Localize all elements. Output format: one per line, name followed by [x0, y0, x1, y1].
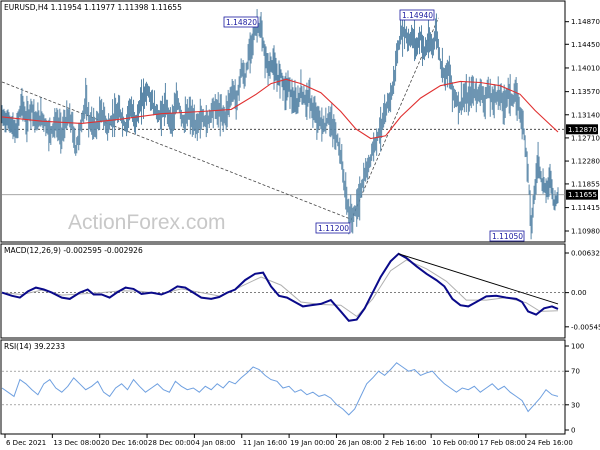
level-line-tag-label: 1.12870: [568, 126, 597, 134]
x-tick-label: 10 Feb 00:00: [432, 439, 478, 447]
rsi-title: RSI(14) 39.2233: [4, 342, 65, 351]
macd-tick-label: -0.005455: [571, 323, 600, 331]
x-tick-label: 19 Jan 00:00: [290, 439, 334, 447]
price-tick-label: 1.14870: [571, 18, 600, 26]
chart-title: EURUSD,H4 1.11954 1.11977 1.11398 1.1165…: [4, 3, 182, 12]
price-tick-label: 1.12280: [571, 158, 600, 166]
high-2-annotation-label: 1.14940: [402, 11, 433, 20]
x-tick-label: 11 Jan 16:00: [243, 439, 287, 447]
macd-tick-label: 0.00632: [571, 250, 600, 258]
price-tick-label: 1.12710: [571, 134, 600, 142]
rsi-tick-label: 70: [571, 368, 580, 376]
price-tick-label: 1.13570: [571, 88, 600, 96]
rsi-tick-label: 0: [571, 427, 575, 435]
rsi-tick-label: 30: [571, 401, 580, 409]
x-tick-label: 17 Feb 08:00: [480, 439, 526, 447]
macd-title: MACD(12,26,9) -0.002595 -0.002926: [4, 246, 143, 255]
price-tick-label: 1.10980: [571, 228, 600, 236]
price-tick-label: 1.14450: [571, 41, 600, 49]
low-1-annotation-label: 1.11200: [318, 224, 349, 233]
x-tick-label: 13 Dec 08:00: [53, 439, 100, 447]
rsi-panel: [0, 339, 566, 435]
watermark: ActionForex.com: [68, 211, 226, 234]
x-tick-label: 2 Feb 16:00: [385, 439, 426, 447]
low-2-annotation-label: 1.11050: [492, 232, 523, 241]
time-axis: 6 Dec 2021 13 Dec 08:00 20 Dec 16:00 28 Dec…: [4, 434, 573, 447]
x-tick-label: 26 Jan 08:00: [337, 439, 381, 447]
price-tick-label: 1.11415: [571, 204, 600, 212]
current-price-tag-label: 1.11655: [568, 191, 597, 199]
macd-tick-label: 0.00: [571, 289, 587, 297]
rsi-tick-label: 100: [571, 343, 584, 351]
price-tick-label: 1.14010: [571, 64, 600, 72]
price-panel: [0, 0, 566, 243]
x-tick-label: 24 Feb 16:00: [527, 439, 573, 447]
x-tick-label: 6 Dec 2021: [6, 439, 46, 447]
x-tick-label: 28 Dec 00:00: [148, 439, 195, 447]
x-tick-label: 20 Dec 16:00: [101, 439, 148, 447]
x-tick-label: 4 Jan 08:00: [195, 439, 235, 447]
forex-chart: EURUSD,H4 1.11954 1.11977 1.11398 1.1165…: [0, 0, 600, 447]
price-tick-label: 1.13140: [571, 111, 600, 119]
price-tick-label: 1.11855: [571, 180, 600, 188]
high-1-annotation-label: 1.14820: [226, 18, 257, 27]
